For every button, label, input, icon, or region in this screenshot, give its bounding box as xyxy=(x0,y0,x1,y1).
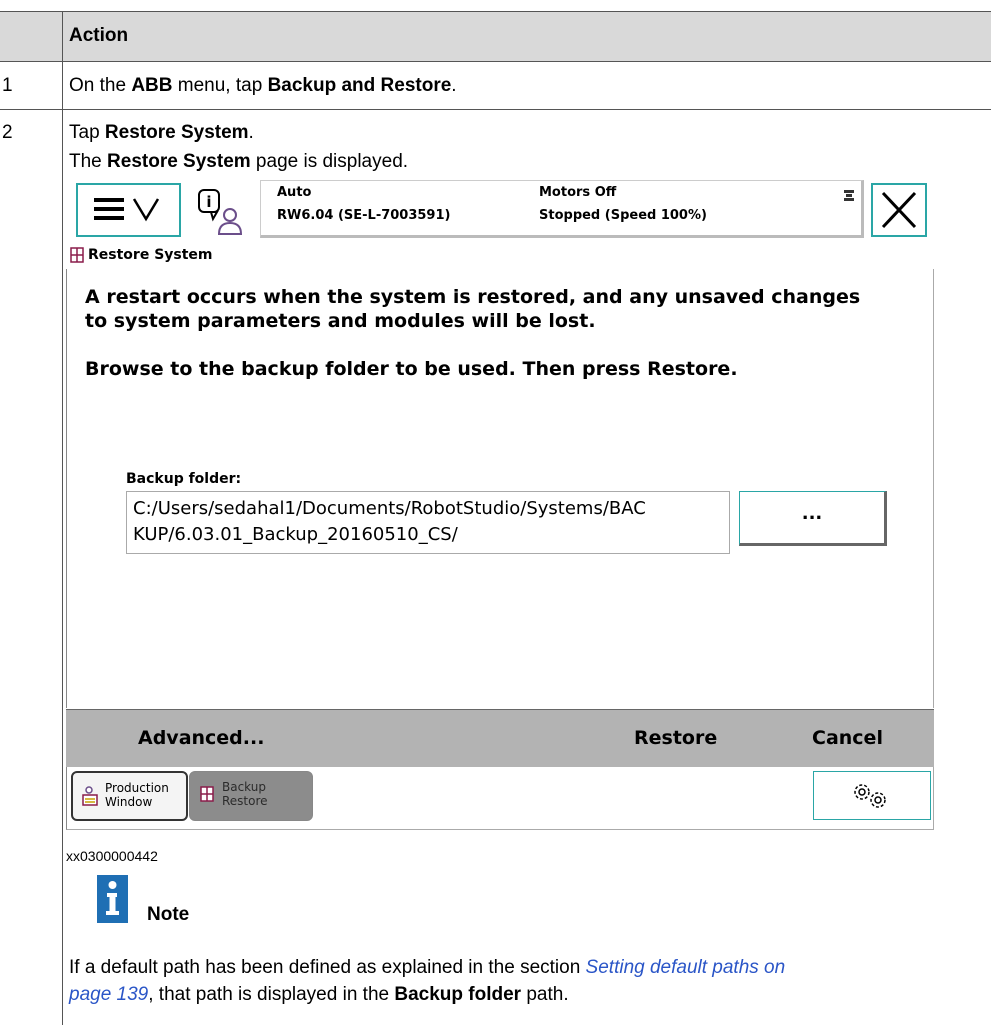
svg-text:i: i xyxy=(206,193,211,211)
status-bar: i Auto RW6.04 (SE-L-7003591) Motors Off … xyxy=(66,178,934,244)
step-2-line-2: The Restore System page is displayed. xyxy=(69,151,409,172)
gears-icon xyxy=(854,784,886,808)
close-button[interactable] xyxy=(871,183,927,237)
restore-button[interactable]: Restore xyxy=(634,727,717,749)
note-icon xyxy=(97,875,128,923)
advanced-button[interactable]: Advanced... xyxy=(138,727,264,749)
flexpendant-screenshot: i Auto RW6.04 (SE-L-7003591) Motors Off … xyxy=(66,178,934,830)
hamburger-chevron-icon xyxy=(94,198,160,222)
note-text-line-1: If a default path has been defined as ex… xyxy=(69,957,786,978)
robot-status-icon xyxy=(844,190,854,201)
production-window-icon xyxy=(82,786,98,806)
table-column-rule xyxy=(62,11,63,1025)
note-title: Note xyxy=(147,904,190,925)
motors-state: Motors Off xyxy=(539,185,617,200)
backup-restore-label: Backup Restore xyxy=(222,780,268,808)
operating-mode: Auto xyxy=(277,185,312,200)
backup-icon xyxy=(200,786,214,802)
step-2-line-1: Tap Restore System. xyxy=(69,122,254,143)
production-window-task[interactable]: Production Window xyxy=(71,771,188,821)
backup-folder-path-line-2: KUP/6.03.01_Backup_20160510_CS/ xyxy=(133,524,458,545)
system-name: RW6.04 (SE-L-7003591) xyxy=(277,208,451,223)
step-number: 2 xyxy=(2,122,13,143)
settings-button[interactable] xyxy=(813,771,931,820)
table-rule xyxy=(0,61,991,62)
backup-icon xyxy=(70,247,84,263)
restart-warning-line-1: A restart occurs when the system is rest… xyxy=(85,286,861,308)
main-menu-button[interactable] xyxy=(76,183,181,237)
table-rule xyxy=(0,11,991,12)
cancel-button[interactable]: Cancel xyxy=(812,727,883,749)
backup-folder-path-line-1: C:/Users/sedahal1/Documents/RobotStudio/… xyxy=(133,498,646,519)
production-window-label: Production Window xyxy=(105,781,169,809)
table-header-action: Action xyxy=(69,25,129,46)
taskbar: Production Window Backup Restore xyxy=(66,767,934,830)
event-log-icon[interactable]: i xyxy=(197,188,247,238)
page-title: Restore System xyxy=(88,247,213,263)
backup-restore-task[interactable]: Backup Restore xyxy=(189,771,313,821)
note-link[interactable]: Setting default paths on xyxy=(586,957,786,978)
command-bar: Advanced... Restore Cancel xyxy=(66,709,934,767)
restore-content xyxy=(66,269,934,708)
step-1-text: On the ABB menu, tap Backup and Restore. xyxy=(69,75,457,96)
browse-instruction: Browse to the backup folder to be used. … xyxy=(85,358,738,380)
note-text-line-2: page 139, that path is displayed in the … xyxy=(69,984,569,1005)
step-number: 1 xyxy=(2,75,13,96)
program-state: Stopped (Speed 100%) xyxy=(539,208,707,223)
restart-warning-line-2: to system parameters and modules will be… xyxy=(85,310,596,332)
table-header-background xyxy=(0,11,991,61)
backup-folder-label: Backup folder: xyxy=(126,471,242,487)
status-display[interactable]: Auto RW6.04 (SE-L-7003591) Motors Off St… xyxy=(260,180,864,238)
note-link-page[interactable]: page 139 xyxy=(69,984,148,1005)
close-icon xyxy=(881,191,917,229)
browse-button[interactable]: ... xyxy=(739,491,887,546)
table-rule xyxy=(0,109,991,110)
backup-folder-field[interactable]: C:/Users/sedahal1/Documents/RobotStudio/… xyxy=(126,491,730,554)
figure-caption: xx0300000442 xyxy=(66,848,158,864)
